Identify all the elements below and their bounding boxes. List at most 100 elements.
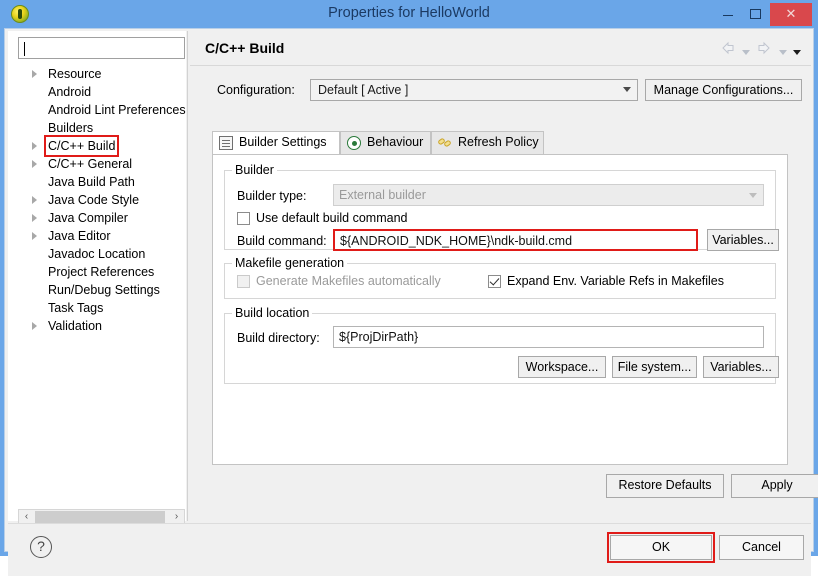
scroll-right-icon[interactable]: › xyxy=(169,510,184,524)
window-title: Properties for HelloWorld xyxy=(328,5,490,21)
cancel-button[interactable]: Cancel xyxy=(719,535,804,560)
minimize-button[interactable] xyxy=(714,3,742,25)
page-header: C/C++ Build xyxy=(190,31,811,65)
expand-arrow-icon[interactable] xyxy=(32,70,37,78)
sidebar-item-label: Javadoc Location xyxy=(48,247,146,261)
build-location-group-title: Build location xyxy=(232,306,313,320)
close-button[interactable]: ✕ xyxy=(770,3,812,26)
settings-content-pane: C/C++ Build Configuration: Default [Act… xyxy=(190,31,818,521)
properties-dialog-window: Properties for HelloWorld ✕ Resource And… xyxy=(0,0,818,576)
manage-configurations-button[interactable]: Manage Configurations... xyxy=(645,79,802,101)
maximize-button[interactable] xyxy=(742,3,770,25)
sidebar-item-java-editor[interactable]: Java Editor xyxy=(8,227,186,245)
expand-arrow-icon[interactable] xyxy=(32,142,37,150)
sidebar-item-label: Java Build Path xyxy=(48,175,135,189)
build-location-group: Build location Build directory: ${ProjDi… xyxy=(224,306,779,384)
scrollbar-thumb[interactable] xyxy=(35,511,165,523)
builder-type-value: External builder xyxy=(339,188,426,202)
tab-label: Behaviour xyxy=(367,135,424,149)
sidebar-item-javadoc-location[interactable]: Javadoc Location xyxy=(8,245,186,263)
builder-settings-panel: Builder Builder type: External builder U… xyxy=(212,154,788,465)
sidebar-item-label: Resource xyxy=(48,67,102,81)
builder-type-label: Builder type: xyxy=(237,189,307,203)
configuration-selected-value: Default [ Active ] xyxy=(318,83,409,97)
sidebar-item-task-tags[interactable]: Task Tags xyxy=(8,299,186,317)
back-menu-chevron-down-icon[interactable] xyxy=(741,50,750,55)
forward-menu-chevron-down-icon[interactable] xyxy=(778,50,787,55)
filter-search-input[interactable] xyxy=(23,40,182,58)
sidebar-item-builders[interactable]: Builders xyxy=(8,119,186,137)
back-arrow-icon[interactable] xyxy=(720,40,736,59)
builder-type-dropdown: External builder xyxy=(333,184,764,206)
file-system-button[interactable]: File system... xyxy=(612,356,697,378)
sidebar-item-project-references[interactable]: Project References xyxy=(8,263,186,281)
dialog-body: Resource Android Android Lint Preference… xyxy=(4,28,818,576)
sidebar-item-label: Run/Debug Settings xyxy=(48,283,160,297)
view-menu-chevron-down-icon[interactable] xyxy=(793,50,801,55)
build-command-label: Build command: xyxy=(237,234,327,248)
expand-arrow-icon[interactable] xyxy=(32,214,37,222)
builder-group-title: Builder xyxy=(232,163,277,177)
pane-divider xyxy=(187,31,188,521)
use-default-build-command-checkbox[interactable] xyxy=(237,212,250,225)
sidebar-item-label: Task Tags xyxy=(48,301,104,315)
expand-arrow-icon[interactable] xyxy=(32,322,37,330)
expand-arrow-icon[interactable] xyxy=(32,160,37,168)
makefile-group-title: Makefile generation xyxy=(232,256,348,270)
sidebar-item-label: Java Compiler xyxy=(48,211,128,225)
sidebar-item-label: Java Code Style xyxy=(48,193,140,207)
page-title: C/C++ Build xyxy=(205,40,285,56)
sidebar-item-label: C/C++ Build xyxy=(43,135,120,157)
expand-arrow-icon[interactable] xyxy=(32,196,37,204)
filter-search-box[interactable] xyxy=(18,37,185,59)
configuration-row: Configuration: Default [ Active ] Manage… xyxy=(190,66,811,120)
ok-button[interactable]: OK xyxy=(610,535,712,560)
sidebar-item-java-build-path[interactable]: Java Build Path xyxy=(8,173,186,191)
settings-tree: Resource Android Android Lint Preference… xyxy=(8,65,186,485)
configuration-label: Configuration: xyxy=(217,83,295,97)
build-command-variables-button[interactable]: Variables... xyxy=(707,229,779,251)
tab-refresh-policy[interactable]: Refresh Policy xyxy=(431,131,544,154)
tab-label: Refresh Policy xyxy=(458,135,539,149)
build-directory-input[interactable]: ${ProjDirPath} xyxy=(333,326,764,348)
apply-button[interactable]: Apply xyxy=(731,474,818,498)
generate-makefiles-checkbox xyxy=(237,275,250,288)
forward-arrow-icon[interactable] xyxy=(756,40,772,59)
list-icon xyxy=(219,136,233,150)
expand-arrow-icon[interactable] xyxy=(32,232,37,240)
sidebar-item-resource[interactable]: Resource xyxy=(8,65,186,83)
configuration-dropdown[interactable]: Default [ Active ] xyxy=(310,79,638,101)
build-command-input[interactable]: ${ANDROID_NDK_HOME}\ndk-build.cmd xyxy=(333,229,698,251)
chevron-down-icon xyxy=(749,193,757,198)
build-directory-value: ${ProjDirPath} xyxy=(339,330,419,344)
use-default-build-command-label: Use default build command xyxy=(256,211,408,225)
title-bar: Properties for HelloWorld ✕ xyxy=(0,0,818,28)
tab-behaviour[interactable]: Behaviour xyxy=(340,131,431,154)
sidebar-item-java-code-style[interactable]: Java Code Style xyxy=(8,191,186,209)
question-mark-icon[interactable]: ? xyxy=(30,536,52,558)
dialog-footer: ? OK Cancel xyxy=(8,523,811,576)
tab-bar: Builder Settings Behaviour Refresh Polic… xyxy=(212,131,788,155)
sidebar-item-run-debug-settings[interactable]: Run/Debug Settings xyxy=(8,281,186,299)
sidebar-item-android[interactable]: Android xyxy=(8,83,186,101)
tab-builder-settings[interactable]: Builder Settings xyxy=(212,131,340,155)
expand-env-vars-checkbox[interactable] xyxy=(488,275,501,288)
sidebar-item-android-lint-preferences[interactable]: Android Lint Preferences xyxy=(8,101,186,119)
build-directory-label: Build directory: xyxy=(237,331,320,345)
sidebar-item-label: Validation xyxy=(48,319,102,333)
sidebar-item-label: Java Editor xyxy=(48,229,111,243)
scroll-left-icon[interactable]: ‹ xyxy=(19,510,34,524)
build-command-value: ${ANDROID_NDK_HOME}\ndk-build.cmd xyxy=(340,234,573,248)
generate-makefiles-label: Generate Makefiles automatically xyxy=(256,274,441,288)
sidebar-item-java-compiler[interactable]: Java Compiler xyxy=(8,209,186,227)
build-location-variables-button[interactable]: Variables... xyxy=(703,356,779,378)
sidebar-item-label: Project References xyxy=(48,265,155,279)
sidebar-item-validation[interactable]: Validation xyxy=(8,317,186,335)
workspace-button[interactable]: Workspace... xyxy=(518,356,606,378)
restore-defaults-button[interactable]: Restore Defaults xyxy=(606,474,724,498)
navigation-controls xyxy=(717,40,801,58)
close-icon: ✕ xyxy=(785,6,797,21)
sidebar-item-cpp-general[interactable]: C/C++ General xyxy=(8,155,186,173)
sidebar-item-label: Android xyxy=(48,85,92,99)
sidebar-item-cpp-build[interactable]: C/C++ Build xyxy=(8,135,186,157)
